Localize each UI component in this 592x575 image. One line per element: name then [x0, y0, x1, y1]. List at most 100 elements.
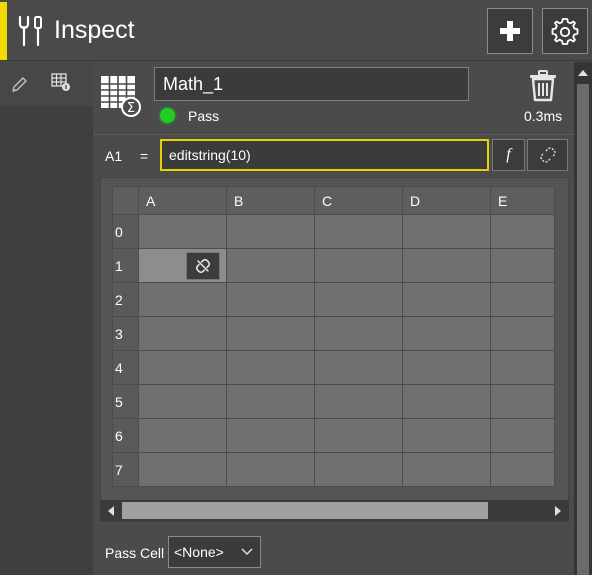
tool-name-input[interactable] — [154, 67, 469, 101]
status-label: Pass — [188, 108, 220, 124]
cell[interactable] — [402, 282, 491, 317]
row-header[interactable]: 3 — [112, 316, 139, 351]
trash-icon[interactable] — [528, 70, 558, 102]
horizontal-scroll-thumb[interactable] — [122, 502, 488, 519]
status-indicator — [160, 108, 175, 123]
cell[interactable] — [314, 282, 403, 317]
function-icon: f — [506, 146, 511, 163]
vertical-scroll-thumb[interactable] — [577, 84, 589, 575]
cell[interactable] — [490, 384, 555, 419]
header-bar: Inspect — [0, 0, 592, 61]
cell[interactable] — [226, 452, 315, 487]
pencil-icon[interactable] — [10, 74, 30, 94]
add-button[interactable] — [487, 8, 533, 54]
table-row: 4 — [112, 350, 555, 385]
table-row: 3 — [112, 316, 555, 351]
cell[interactable] — [402, 248, 491, 283]
accent-bar — [0, 2, 7, 60]
spreadsheet-grid: A B C D E 0 1 2 3 4 5 6 7 — [112, 186, 555, 487]
cell[interactable] — [226, 248, 315, 283]
cell[interactable] — [490, 214, 555, 249]
cell[interactable] — [138, 418, 227, 453]
scroll-right-arrow-icon[interactable] — [549, 502, 567, 519]
chevron-down-icon — [241, 548, 253, 556]
horizontal-scrollbar[interactable] — [100, 500, 569, 521]
plus-icon — [500, 21, 520, 41]
table-row: 5 — [112, 384, 555, 419]
row-header[interactable]: 2 — [112, 282, 139, 317]
equals-sign: = — [140, 148, 149, 164]
cell[interactable] — [314, 350, 403, 385]
pass-cell-label: Pass Cell — [105, 545, 165, 561]
cell[interactable] — [138, 282, 227, 317]
gear-icon — [551, 18, 579, 45]
cell[interactable] — [402, 452, 491, 487]
function-button[interactable]: f — [492, 139, 525, 171]
cell[interactable] — [490, 282, 555, 317]
column-header[interactable]: A — [138, 186, 227, 215]
broken-link-icon — [195, 258, 211, 274]
column-header[interactable]: B — [226, 186, 315, 215]
cell[interactable] — [226, 214, 315, 249]
cell[interactable] — [226, 316, 315, 351]
link-button[interactable] — [527, 139, 568, 171]
page-title: Inspect — [54, 16, 135, 44]
cell[interactable] — [402, 316, 491, 351]
cell[interactable] — [314, 316, 403, 351]
cell[interactable] — [490, 248, 555, 283]
table-row: 6 — [112, 418, 555, 453]
cell[interactable] — [314, 384, 403, 419]
cell[interactable] — [226, 384, 315, 419]
broken-link-icon — [539, 147, 556, 163]
scroll-left-arrow-icon[interactable] — [102, 502, 120, 519]
row-header[interactable]: 4 — [112, 350, 139, 385]
row-header[interactable]: 5 — [112, 384, 139, 419]
execution-time: 0.3ms — [524, 108, 563, 124]
cell[interactable] — [138, 350, 227, 385]
cell[interactable] — [138, 214, 227, 249]
pass-cell-dropdown[interactable]: <None> — [168, 536, 261, 568]
cell[interactable] — [226, 282, 315, 317]
cell[interactable] — [314, 452, 403, 487]
table-row: 7 — [112, 452, 555, 487]
grid-info-icon[interactable] — [51, 72, 71, 92]
cell[interactable] — [138, 452, 227, 487]
column-header[interactable]: E — [490, 186, 555, 215]
cell[interactable] — [314, 418, 403, 453]
cell[interactable] — [490, 452, 555, 487]
row-header[interactable]: 7 — [112, 452, 139, 487]
cell[interactable] — [226, 350, 315, 385]
scroll-up-arrow-icon[interactable] — [574, 64, 592, 82]
table-row: 2 — [112, 282, 555, 317]
cell[interactable] — [402, 214, 491, 249]
cell[interactable] — [402, 384, 491, 419]
column-header[interactable]: D — [402, 186, 491, 215]
cell[interactable] — [490, 350, 555, 385]
selected-cell[interactable] — [138, 248, 227, 283]
cell[interactable] — [138, 316, 227, 351]
cell[interactable] — [402, 350, 491, 385]
column-header[interactable]: C — [314, 186, 403, 215]
cell[interactable] — [490, 316, 555, 351]
vertical-scrollbar[interactable] — [574, 62, 592, 575]
row-header[interactable]: 6 — [112, 418, 139, 453]
settings-button[interactable] — [542, 8, 588, 54]
cell-reference: A1 — [105, 148, 123, 164]
divider — [93, 134, 574, 135]
spreadsheet-sum-icon: Σ — [101, 76, 141, 117]
pass-cell-value: <None> — [174, 544, 224, 560]
row-header[interactable]: 0 — [112, 214, 139, 249]
cell[interactable] — [402, 418, 491, 453]
cell[interactable] — [138, 384, 227, 419]
cell[interactable] — [226, 418, 315, 453]
rail-toolbar — [0, 62, 93, 106]
cell[interactable] — [314, 214, 403, 249]
formula-input[interactable] — [160, 139, 489, 171]
cell[interactable] — [490, 418, 555, 453]
tools-icon — [18, 15, 42, 47]
left-rail — [0, 62, 93, 575]
row-header[interactable]: 1 — [112, 248, 139, 283]
cell[interactable] — [314, 248, 403, 283]
cell-link-button[interactable] — [186, 252, 220, 280]
table-row: 0 — [112, 214, 555, 249]
